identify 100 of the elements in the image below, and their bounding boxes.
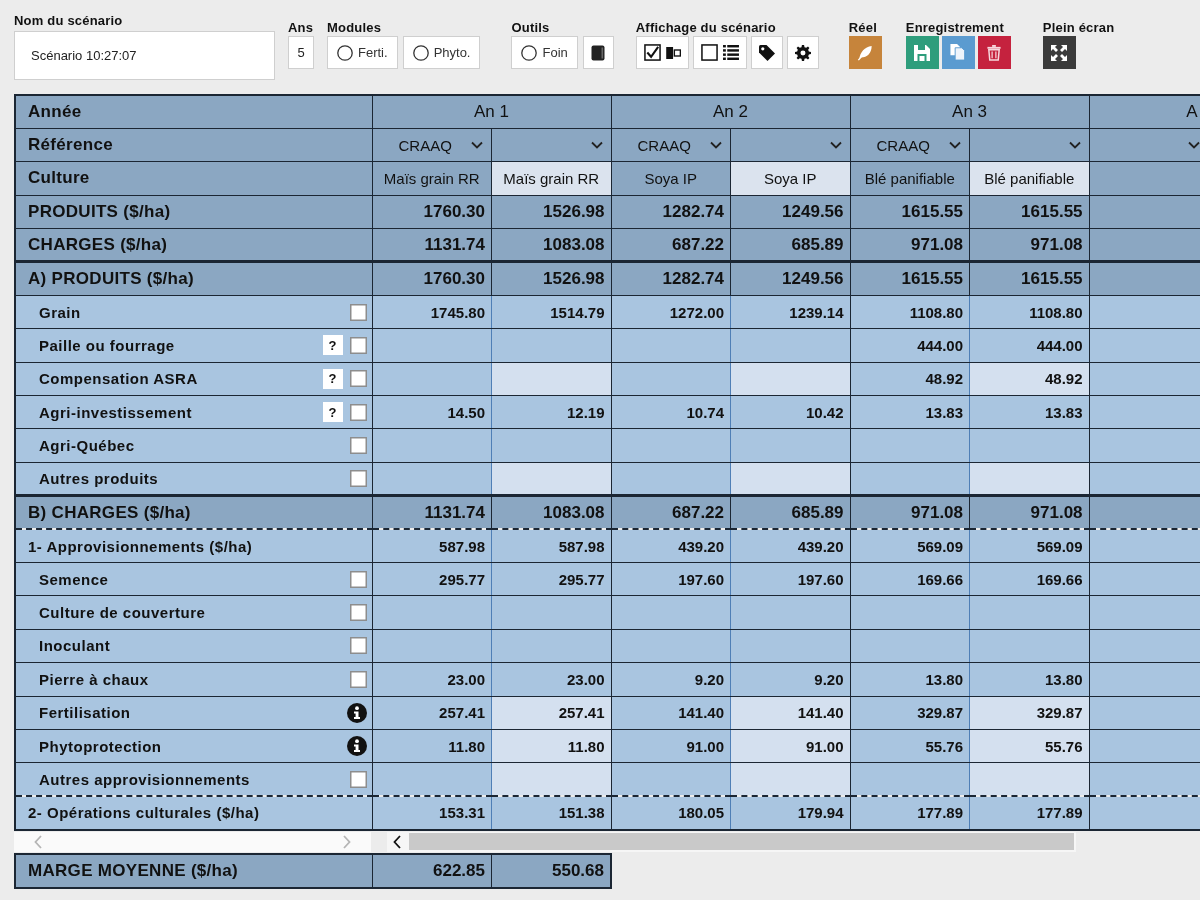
table-cell: 1760.30: [372, 195, 492, 229]
checkbox[interactable]: [349, 403, 367, 421]
table-cell: 1615.55: [850, 195, 970, 229]
save-button[interactable]: [905, 36, 939, 69]
radio-option[interactable]: Foin: [511, 36, 578, 69]
years-field[interactable]: 5: [288, 36, 314, 69]
chevron-down-icon: [1068, 141, 1081, 150]
checkbox[interactable]: [349, 770, 367, 788]
row-label: Compensation ASRA: [39, 370, 199, 388]
input-field[interactable]: 141.40: [730, 696, 851, 730]
row-label: Phytoprotection: [39, 737, 163, 755]
input-field[interactable]: [730, 362, 851, 396]
table-cell: 1615.55: [969, 261, 1090, 296]
input-field[interactable]: [969, 762, 1090, 797]
help-button[interactable]: ?: [322, 402, 343, 423]
help-button[interactable]: ?: [322, 368, 343, 389]
input-field[interactable]: 48.92: [969, 362, 1090, 396]
row-label: Grain: [39, 303, 82, 321]
chevron-down-icon: [471, 141, 483, 150]
row-label: Agri-Québec: [39, 437, 136, 455]
table-cell: 10.42: [730, 395, 851, 429]
table-cell: 13.83: [969, 395, 1090, 429]
row-label: A) PRODUITS ($/ha): [28, 269, 195, 290]
input-field[interactable]: 329.87: [969, 696, 1090, 730]
culture-cell: Blé panifiable: [850, 161, 970, 196]
input-field[interactable]: [491, 362, 611, 396]
checkbox[interactable]: [349, 570, 367, 588]
table-cell: 55.76: [850, 729, 970, 763]
row-label: Fertilisation: [39, 704, 132, 722]
table-cell: 12.19: [491, 395, 611, 429]
tag-button[interactable]: [750, 36, 783, 69]
group-label: Plein écran: [1042, 20, 1115, 35]
input-field[interactable]: 91.00: [730, 729, 851, 763]
reference-dropdown[interactable]: CRAAQ: [851, 129, 969, 161]
table-cell: 11.80: [372, 729, 492, 763]
reference-dropdown[interactable]: CRAAQ: [373, 129, 491, 161]
table-cell: 1526.98: [491, 195, 611, 229]
help-button[interactable]: ?: [322, 335, 343, 356]
list-icon: [722, 45, 739, 60]
save-icon: [914, 44, 931, 61]
column-header: An 3: [850, 95, 1090, 129]
delete-button[interactable]: [977, 36, 1011, 69]
radio-option[interactable]: Ferti.: [327, 36, 398, 69]
checkbox[interactable]: [349, 437, 367, 455]
table-cell: 169.66: [850, 562, 970, 596]
panel-icon: [665, 46, 681, 59]
checkbox[interactable]: [349, 637, 367, 655]
checkbox[interactable]: [349, 370, 367, 388]
row-label: PRODUITS ($/ha): [28, 201, 172, 222]
input-field[interactable]: [730, 762, 851, 797]
settings-icon: [794, 44, 811, 61]
table-cell: 329.87: [850, 696, 970, 730]
table-cell: 1514.79: [491, 295, 611, 329]
info-icon[interactable]: [346, 736, 367, 757]
toggle-button[interactable]: [635, 36, 689, 69]
info-icon[interactable]: [346, 702, 367, 723]
table-cell: 569.09: [969, 529, 1090, 563]
table-cell: 971.08: [969, 495, 1090, 530]
reference-dropdown[interactable]: CRAAQ: [612, 129, 730, 161]
table-cell: 1108.80: [969, 295, 1090, 329]
real-mode-button[interactable]: [848, 36, 882, 69]
book-icon: [591, 44, 606, 61]
scrollbar[interactable]: [387, 831, 1076, 852]
toggle-button[interactable]: [692, 36, 747, 69]
input-field[interactable]: 55.76: [969, 729, 1090, 763]
table-cell: 257.41: [372, 696, 492, 730]
checkbox[interactable]: [349, 670, 367, 688]
table-cell: 23.00: [372, 662, 492, 697]
settings-button[interactable]: [786, 36, 819, 69]
input-field[interactable]: 257.41: [491, 696, 611, 730]
checkbox[interactable]: [349, 303, 367, 321]
book-button[interactable]: [582, 36, 614, 69]
input-field[interactable]: [491, 762, 611, 797]
checkbox[interactable]: [349, 604, 367, 622]
row-label: 1- Approvisionnements ($/ha): [28, 537, 254, 555]
culture-field[interactable]: Soya IP: [730, 161, 851, 196]
chevron-right-icon[interactable]: [343, 834, 351, 849]
table-cell: 180.05: [611, 796, 731, 830]
culture-field[interactable]: Blé panifiable: [969, 161, 1090, 196]
table-cell: 1615.55: [850, 261, 970, 296]
copy-button[interactable]: [941, 36, 975, 69]
table-cell: 1131.74: [372, 495, 492, 530]
input-field[interactable]: 11.80: [491, 729, 611, 763]
row-label: Autres approvisionnements: [39, 770, 251, 788]
table-cell: 971.08: [850, 495, 970, 530]
row-label: Pierre à chaux: [39, 670, 150, 688]
chevron-left-icon[interactable]: [393, 834, 401, 849]
tag-icon: [758, 44, 775, 61]
checkbox[interactable]: [349, 336, 367, 354]
scrollbar[interactable]: [14, 831, 371, 852]
table-cell: 622.85: [372, 853, 492, 888]
scenario-name-field[interactable]: Scénario 10:27:07: [14, 31, 275, 80]
radio-option[interactable]: Phyto.: [402, 36, 481, 69]
row-label: Culture: [28, 168, 91, 189]
culture-field[interactable]: Maïs grain RR: [491, 161, 611, 196]
checkbox[interactable]: [349, 470, 367, 487]
fullscreen-button[interactable]: [1042, 36, 1076, 69]
copy-icon: [950, 44, 967, 61]
table-cell: 439.20: [611, 529, 731, 563]
scrollbar-thumb[interactable]: [409, 833, 1074, 851]
